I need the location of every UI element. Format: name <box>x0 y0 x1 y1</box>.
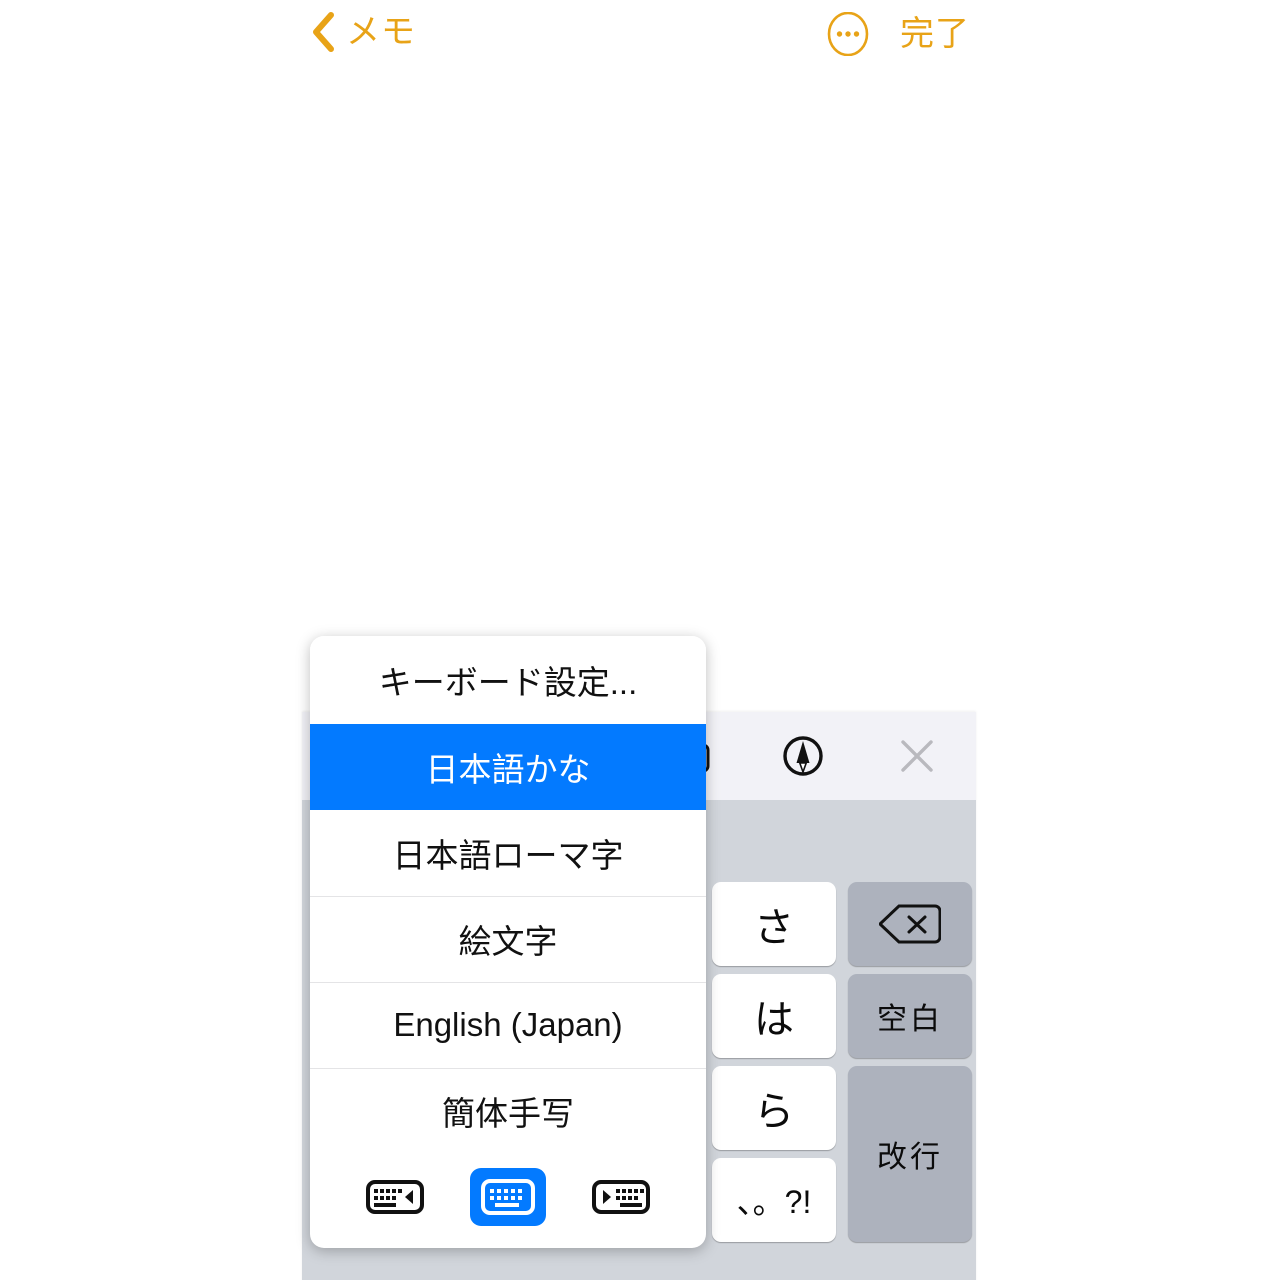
back-label: メモ <box>346 13 416 51</box>
ellipsis-circle-icon[interactable] <box>826 11 870 57</box>
keyboard-item-japanese-romaji[interactable]: 日本語ローマ字 <box>310 810 706 896</box>
markup-pen-icon[interactable] <box>780 733 826 779</box>
keyboard-dock-left-icon[interactable] <box>357 1168 433 1226</box>
keyboard-item-japanese-kana[interactable]: 日本語かな <box>310 724 706 810</box>
chevron-left-icon <box>310 10 336 54</box>
key-punctuation[interactable]: 、。?! <box>712 1158 836 1242</box>
key-return[interactable]: 改行 <box>848 1066 972 1242</box>
screen: メモ 完了 さ は ら 、。?! 空白 改行 キーボード設定... 日本語かな … <box>0 0 1280 1280</box>
keyboard-dock-right-icon[interactable] <box>583 1168 659 1226</box>
delete-backward-icon <box>879 904 941 944</box>
keyboard-layout-options <box>310 1154 706 1248</box>
key-space[interactable]: 空白 <box>848 974 972 1058</box>
keyboard-item-emoji[interactable]: 絵文字 <box>310 896 706 982</box>
navbar-right-group: 完了 <box>826 11 970 57</box>
keyboard-item-simplified-handwriting[interactable]: 簡体手写 <box>310 1068 706 1154</box>
keyboard-selection-popup: キーボード設定... 日本語かな 日本語ローマ字 絵文字 English (Ja… <box>310 636 706 1248</box>
keyboard-settings-item[interactable]: キーボード設定... <box>310 636 706 724</box>
done-button[interactable]: 完了 <box>900 12 970 56</box>
key-delete[interactable] <box>848 882 972 966</box>
key-sa[interactable]: さ <box>712 882 836 966</box>
key-ra[interactable]: ら <box>712 1066 836 1150</box>
keyboard-floating-icon[interactable] <box>469 1168 546 1226</box>
close-icon[interactable] <box>894 733 940 779</box>
navigation-bar: メモ 完了 <box>0 0 1280 72</box>
keyboard-item-english-japan[interactable]: English (Japan) <box>310 982 706 1068</box>
key-ha[interactable]: は <box>712 974 836 1058</box>
back-button[interactable]: メモ <box>310 10 416 54</box>
